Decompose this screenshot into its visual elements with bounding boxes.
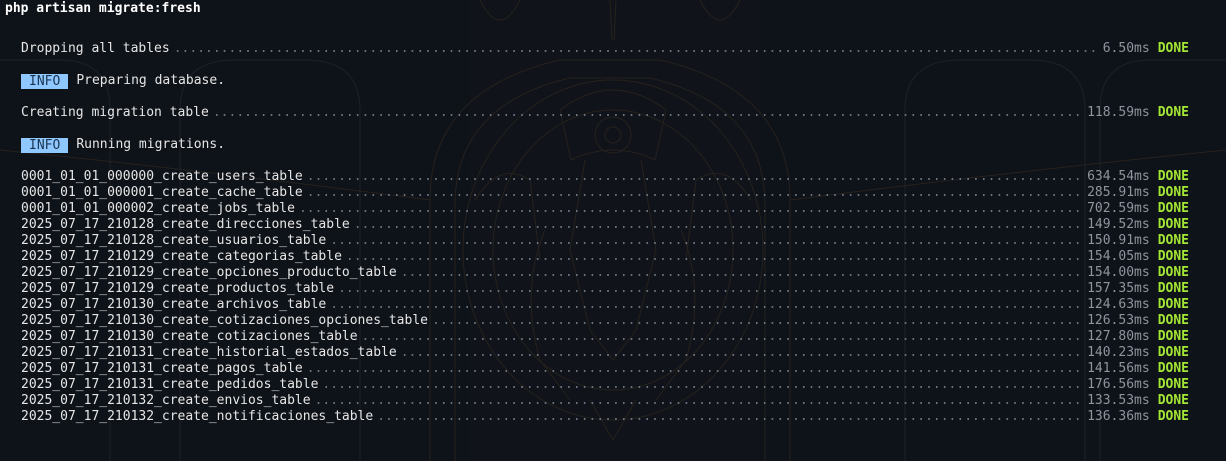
migration-time: 634.54ms [1087, 169, 1150, 184]
step-creating-migration-table: Creating migration table 118.59ms DONE [21, 105, 1189, 121]
status-done: DONE [1157, 249, 1189, 264]
status-done: DONE [1157, 329, 1189, 344]
migration-name: 2025_07_17_210130_create_cotizaciones_op… [21, 313, 428, 328]
migration-time: 702.59ms [1087, 201, 1150, 216]
dot-leader [330, 233, 1083, 249]
migration-name: 2025_07_17_210131_create_pagos_table [21, 361, 303, 376]
migration-name: 2025_07_17_210129_create_opciones_produc… [21, 265, 397, 280]
migration-row: 2025_07_17_210130_create_cotizaciones_op… [21, 313, 1189, 329]
migration-row: 0001_01_01_000001_create_cache_table 285.… [21, 185, 1189, 201]
step-time: 118.59ms [1087, 105, 1150, 120]
status-done: DONE [1157, 313, 1189, 328]
migration-name: 2025_07_17_210132_create_notificaciones_… [21, 409, 374, 424]
status-done: DONE [1157, 217, 1189, 232]
dot-leader [299, 201, 1083, 217]
migration-row: 2025_07_17_210128_create_direcciones_tab… [21, 217, 1189, 233]
migration-row: 2025_07_17_210129_create_opciones_produc… [21, 265, 1189, 281]
dot-leader [213, 105, 1083, 121]
migration-name: 2025_07_17_210129_create_categorias_tabl… [21, 249, 342, 264]
migration-name: 2025_07_17_210132_create_envios_table [21, 393, 311, 408]
step-dropping-tables: Dropping all tables 6.50ms DONE [21, 41, 1189, 57]
migration-row: 2025_07_17_210130_create_cotizaciones_ta… [21, 329, 1189, 345]
step-time: 6.50ms [1102, 41, 1150, 56]
dot-leader [354, 217, 1083, 233]
migration-name: 2025_07_17_210128_create_direcciones_tab… [21, 217, 350, 232]
status-done: DONE [1157, 297, 1189, 312]
migration-time: 124.63ms [1087, 297, 1150, 312]
step-label: Dropping all tables [21, 41, 170, 56]
dot-leader [174, 41, 1099, 57]
dot-leader [432, 313, 1083, 329]
dot-leader [338, 281, 1083, 297]
migration-name: 2025_07_17_210130_create_archivos_table [21, 297, 327, 312]
migration-name: 0001_01_01_000002_create_jobs_table [21, 201, 295, 216]
dot-leader [307, 361, 1083, 377]
migration-time: 136.36ms [1087, 409, 1150, 424]
status-done: DONE [1157, 41, 1189, 56]
migration-name: 2025_07_17_210131_create_pedidos_table [21, 377, 319, 392]
migration-name: 0001_01_01_000001_create_cache_table [21, 185, 303, 200]
migration-row: 2025_07_17_210132_create_notificaciones_… [21, 409, 1189, 425]
step-label: Creating migration table [21, 105, 209, 120]
migration-time: 149.52ms [1087, 217, 1150, 232]
migration-time: 157.35ms [1087, 281, 1150, 296]
dot-leader [307, 185, 1083, 201]
status-done: DONE [1157, 377, 1189, 392]
migration-row: 2025_07_17_210128_create_usuarios_table 1… [21, 233, 1189, 249]
migration-name: 2025_07_17_210129_create_productos_table [21, 281, 335, 296]
status-done: DONE [1157, 201, 1189, 216]
migration-time: 140.23ms [1087, 345, 1150, 360]
dot-leader [401, 265, 1083, 281]
terminal-output: php artisan migrate:fresh Dropping all t… [0, 0, 1226, 461]
command-line: php artisan migrate:fresh [5, 1, 201, 16]
status-done: DONE [1157, 345, 1189, 360]
status-done: DONE [1157, 409, 1189, 424]
dot-leader [315, 393, 1083, 409]
info-badge: INFO [21, 137, 69, 153]
dot-leader [346, 249, 1083, 265]
status-done: DONE [1157, 233, 1189, 248]
migration-time: 285.91ms [1087, 185, 1150, 200]
dot-leader [322, 377, 1083, 393]
status-done: DONE [1157, 281, 1189, 296]
migration-time: 133.53ms [1087, 393, 1150, 408]
info-badge: INFO [21, 73, 69, 89]
migration-name: 2025_07_17_210130_create_cotizaciones_ta… [21, 329, 358, 344]
status-done: DONE [1157, 265, 1189, 280]
status-done: DONE [1157, 361, 1189, 376]
info-preparing-database: INFO Preparing database. [21, 73, 225, 89]
dot-leader [401, 345, 1083, 361]
migration-row: 2025_07_17_210129_create_productos_table… [21, 281, 1189, 297]
info-text: Running migrations. [76, 137, 226, 152]
migration-row: 2025_07_17_210131_create_historial_estad… [21, 345, 1189, 361]
migration-time: 154.05ms [1087, 249, 1150, 264]
migration-time: 141.56ms [1087, 361, 1150, 376]
dot-leader [362, 329, 1084, 345]
migration-time: 150.91ms [1087, 233, 1150, 248]
status-done: DONE [1157, 105, 1189, 120]
migration-row: 0001_01_01_000000_create_users_table 634.… [21, 169, 1189, 185]
migration-row: 2025_07_17_210130_create_archivos_table 1… [21, 297, 1189, 313]
info-running-migrations: INFO Running migrations. [21, 137, 225, 153]
migration-time: 176.56ms [1087, 377, 1150, 392]
info-text: Preparing database. [76, 73, 226, 88]
migration-time: 127.80ms [1087, 329, 1150, 344]
migration-name: 0001_01_01_000000_create_users_table [21, 169, 303, 184]
migration-time: 126.53ms [1087, 313, 1150, 328]
migration-row: 0001_01_01_000002_create_jobs_table 702.5… [21, 201, 1189, 217]
migration-row: 2025_07_17_210132_create_envios_table 133… [21, 393, 1189, 409]
dot-leader [307, 169, 1083, 185]
dot-leader [330, 297, 1083, 313]
dot-leader [377, 409, 1083, 425]
migration-row: 2025_07_17_210131_create_pagos_table 141.… [21, 361, 1189, 377]
migration-name: 2025_07_17_210128_create_usuarios_table [21, 233, 327, 248]
migration-name: 2025_07_17_210131_create_historial_estad… [21, 345, 397, 360]
migration-row: 2025_07_17_210131_create_pedidos_table 17… [21, 377, 1189, 393]
status-done: DONE [1157, 393, 1189, 408]
status-done: DONE [1157, 185, 1189, 200]
status-done: DONE [1157, 169, 1189, 184]
migration-time: 154.00ms [1087, 265, 1150, 280]
migration-row: 2025_07_17_210129_create_categorias_tabl… [21, 249, 1189, 265]
